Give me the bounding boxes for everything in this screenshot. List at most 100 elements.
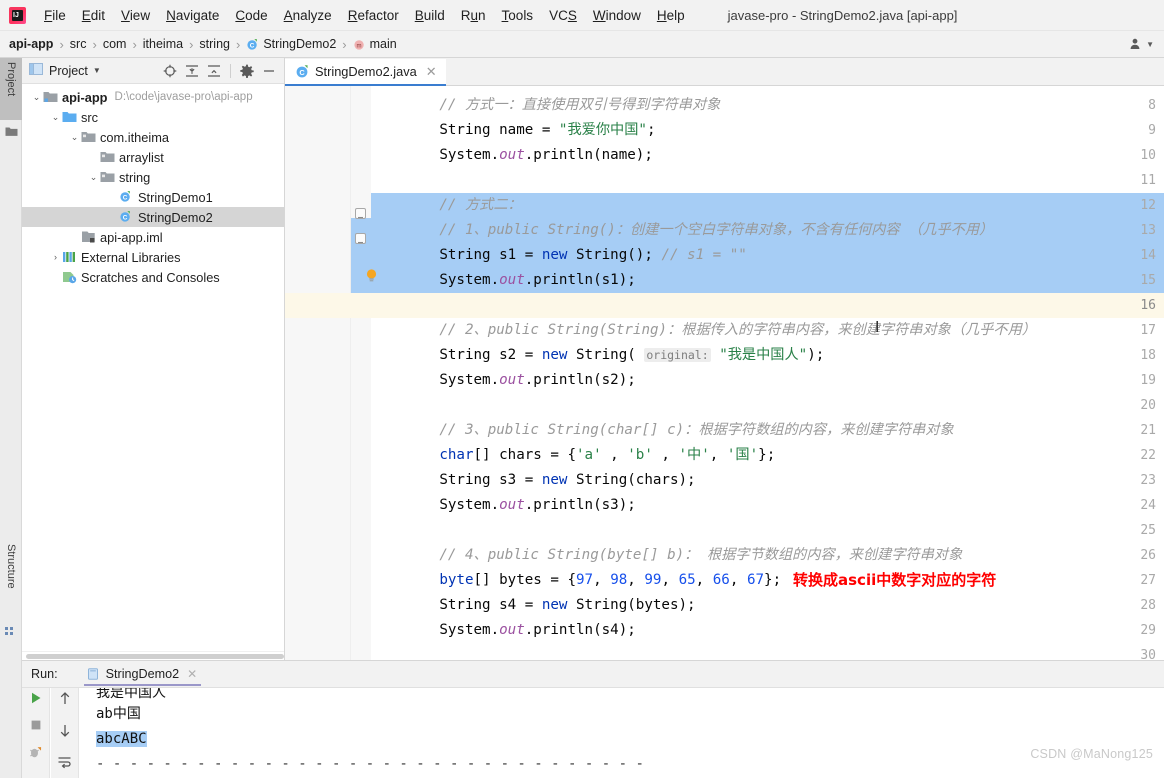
menu-item-analyze[interactable]: Analyze bbox=[276, 5, 340, 26]
debug-button[interactable] bbox=[28, 745, 43, 765]
menu-item-code[interactable]: Code bbox=[227, 5, 275, 26]
menu-item-view[interactable]: View bbox=[113, 5, 158, 26]
tree-node-com-itheima[interactable]: ⌄ com.itheima bbox=[22, 127, 284, 147]
tree-node-label: api-app.iml bbox=[100, 229, 163, 245]
breadcrumb-separator: › bbox=[342, 36, 347, 52]
chevron-right-icon[interactable]: › bbox=[49, 252, 62, 262]
scroll-up-button[interactable] bbox=[58, 691, 72, 711]
source-code-text[interactable]: // 方式一：直接使用双引号得到字符串对象 String name = "我爱你… bbox=[371, 86, 1164, 660]
run-actions-toolbar bbox=[22, 688, 50, 778]
breadcrumb-label: itheima bbox=[142, 37, 184, 51]
breadcrumb-item-itheima[interactable]: itheima bbox=[140, 37, 186, 51]
menu-item-navigate[interactable]: Navigate bbox=[158, 5, 227, 26]
tree-node-stringdemo1[interactable]: C StringDemo1 bbox=[22, 187, 284, 207]
project-tool-window: Project ▼ ⌄ api-app D:\code\javase-pro\a… bbox=[22, 58, 285, 660]
java-method-icon: m bbox=[353, 38, 366, 51]
breadcrumb-item-api-app[interactable]: api-app bbox=[0, 37, 56, 51]
code-line: // 3、public String(char[] c)：根据字符数组的内容，来… bbox=[439, 422, 954, 438]
locate-file-icon[interactable] bbox=[162, 63, 178, 79]
svg-text:C: C bbox=[250, 42, 255, 49]
project-tree[interactable]: ⌄ api-app D:\code\javase-pro\api-app ⌄ src ⌄ c… bbox=[22, 84, 284, 651]
run-tab-stringdemo2[interactable]: StringDemo2 ✕ bbox=[83, 667, 202, 686]
run-tab-label: StringDemo2 bbox=[105, 667, 180, 681]
breadcrumb-item-main[interactable]: m main bbox=[350, 37, 400, 51]
close-icon[interactable]: ✕ bbox=[187, 667, 197, 681]
soft-wrap-button[interactable] bbox=[57, 755, 72, 774]
user-account-icon[interactable]: ▼ bbox=[1129, 37, 1154, 51]
hide-panel-icon[interactable] bbox=[261, 63, 277, 79]
tree-node-string[interactable]: ⌄ string bbox=[22, 167, 284, 187]
code-canvas[interactable]: 8 9 10 11 12 13 14 15 16 17 18 19 20 21 22 23 24 25 26 27 28… bbox=[285, 86, 1164, 660]
code-line: byte[] bytes = {97, 98, 99, 65, 66, 67}; bbox=[439, 572, 782, 588]
sidebar-tab-project[interactable]: Project bbox=[0, 58, 22, 120]
collapse-all-icon[interactable] bbox=[206, 63, 222, 79]
code-line: String s2 = new String( original: "我是中国人… bbox=[371, 347, 825, 363]
editor-tab-stringdemo2[interactable]: C StringDemo2.java ✕ bbox=[285, 59, 446, 86]
console-line: 我是中国人 bbox=[96, 688, 166, 701]
editor-gutter[interactable] bbox=[285, 86, 351, 660]
breadcrumb-separator: › bbox=[132, 36, 137, 52]
project-panel-title-group[interactable]: Project ▼ bbox=[29, 63, 101, 78]
tree-node-api-app-iml[interactable]: api-app.iml bbox=[22, 227, 284, 247]
menu-item-tools[interactable]: Tools bbox=[494, 5, 542, 26]
scroll-down-button[interactable] bbox=[58, 723, 72, 743]
tree-node-label: arraylist bbox=[119, 149, 164, 165]
menu-item-refactor[interactable]: Refactor bbox=[340, 5, 407, 26]
console-output[interactable]: 我是中国人 ab中国 abcABC - - - - - - - - - - - - -… bbox=[80, 688, 1164, 778]
chevron-down-icon[interactable]: ⌄ bbox=[68, 132, 81, 143]
tree-node-label: api-app bbox=[62, 89, 108, 105]
menu-item-window[interactable]: Window bbox=[585, 5, 649, 26]
package-icon bbox=[81, 130, 96, 145]
svg-text:m: m bbox=[356, 43, 361, 49]
breadcrumb-item-stringdemo2[interactable]: C StringDemo2 bbox=[243, 37, 339, 51]
code-line: System.out.println(name); bbox=[371, 147, 653, 163]
menu-item-edit[interactable]: Edit bbox=[74, 5, 113, 26]
breadcrumb-separator: › bbox=[59, 36, 64, 52]
watermark-text: CSDN @MaNong125 bbox=[1030, 747, 1153, 761]
tree-node-arraylist[interactable]: arraylist bbox=[22, 147, 284, 167]
tree-node-stringdemo2[interactable]: C StringDemo2 bbox=[22, 207, 284, 227]
breadcrumb-bar: api-app › src › com › itheima › string › C StringDe… bbox=[0, 31, 1164, 58]
svg-text:C: C bbox=[123, 214, 128, 221]
project-horizontal-scrollbar[interactable] bbox=[22, 651, 284, 660]
tree-node-scratches-and-consoles[interactable]: Scratches and Consoles bbox=[22, 267, 284, 287]
chevron-down-icon[interactable]: ⌄ bbox=[87, 172, 100, 183]
editor-fold-gutter[interactable] bbox=[351, 86, 371, 660]
expand-all-icon[interactable] bbox=[184, 63, 200, 79]
rerun-button[interactable] bbox=[29, 691, 43, 710]
stop-button[interactable] bbox=[29, 718, 43, 737]
menu-item-help[interactable]: Help bbox=[649, 5, 693, 26]
tree-node-external-libraries[interactable]: › External Libraries bbox=[22, 247, 284, 267]
editor-area: C StringDemo2.java ✕ 8 9 10 11 12 13 14 15 16 17 1… bbox=[285, 58, 1164, 660]
menu-item-file[interactable]: File bbox=[36, 5, 74, 26]
chevron-down-icon[interactable]: ⌄ bbox=[49, 112, 62, 123]
breadcrumb-label: com bbox=[102, 37, 127, 51]
close-icon[interactable]: ✕ bbox=[426, 64, 437, 80]
breadcrumb-label: string bbox=[199, 37, 230, 51]
chevron-down-icon[interactable]: ⌄ bbox=[30, 92, 43, 103]
run-config-icon bbox=[86, 667, 101, 682]
fold-marker-icon[interactable] bbox=[355, 233, 366, 244]
editor-tab-label: StringDemo2.java bbox=[315, 64, 417, 79]
gear-icon[interactable] bbox=[239, 63, 255, 79]
menu-item-vcs[interactable]: VCS bbox=[541, 5, 585, 26]
breadcrumb-item-src[interactable]: src bbox=[67, 37, 90, 51]
fold-marker-icon[interactable] bbox=[355, 208, 366, 219]
code-line: System.out.println(s3); bbox=[371, 497, 636, 513]
ide-window: FileEditViewNavigateCodeAnalyzeRefactorB… bbox=[0, 0, 1164, 778]
breadcrumb-item-string[interactable]: string bbox=[196, 37, 233, 51]
menu-item-run[interactable]: Run bbox=[453, 5, 494, 26]
code-line: // 4、public String(byte[] b)： 根据字节数组的内容，… bbox=[439, 547, 963, 563]
sidebar-tab-structure[interactable]: Structure bbox=[0, 540, 22, 616]
breadcrumb-item-com[interactable]: com bbox=[100, 37, 130, 51]
structure-icon bbox=[5, 624, 17, 642]
text-cursor-icon: I bbox=[875, 318, 880, 336]
intention-bulb-icon[interactable] bbox=[365, 268, 378, 283]
code-line: String s4 = new String(bytes); bbox=[371, 597, 696, 613]
tree-node-api-app[interactable]: ⌄ api-app D:\code\javase-pro\api-app bbox=[22, 87, 284, 107]
menu-item-build[interactable]: Build bbox=[407, 5, 453, 26]
chevron-down-icon[interactable]: ▼ bbox=[93, 66, 101, 75]
red-annotation-text: 转换成ascii中数字对应的字符 bbox=[793, 571, 997, 589]
tree-node-src[interactable]: ⌄ src bbox=[22, 107, 284, 127]
run-panel-label: Run: bbox=[31, 667, 58, 681]
